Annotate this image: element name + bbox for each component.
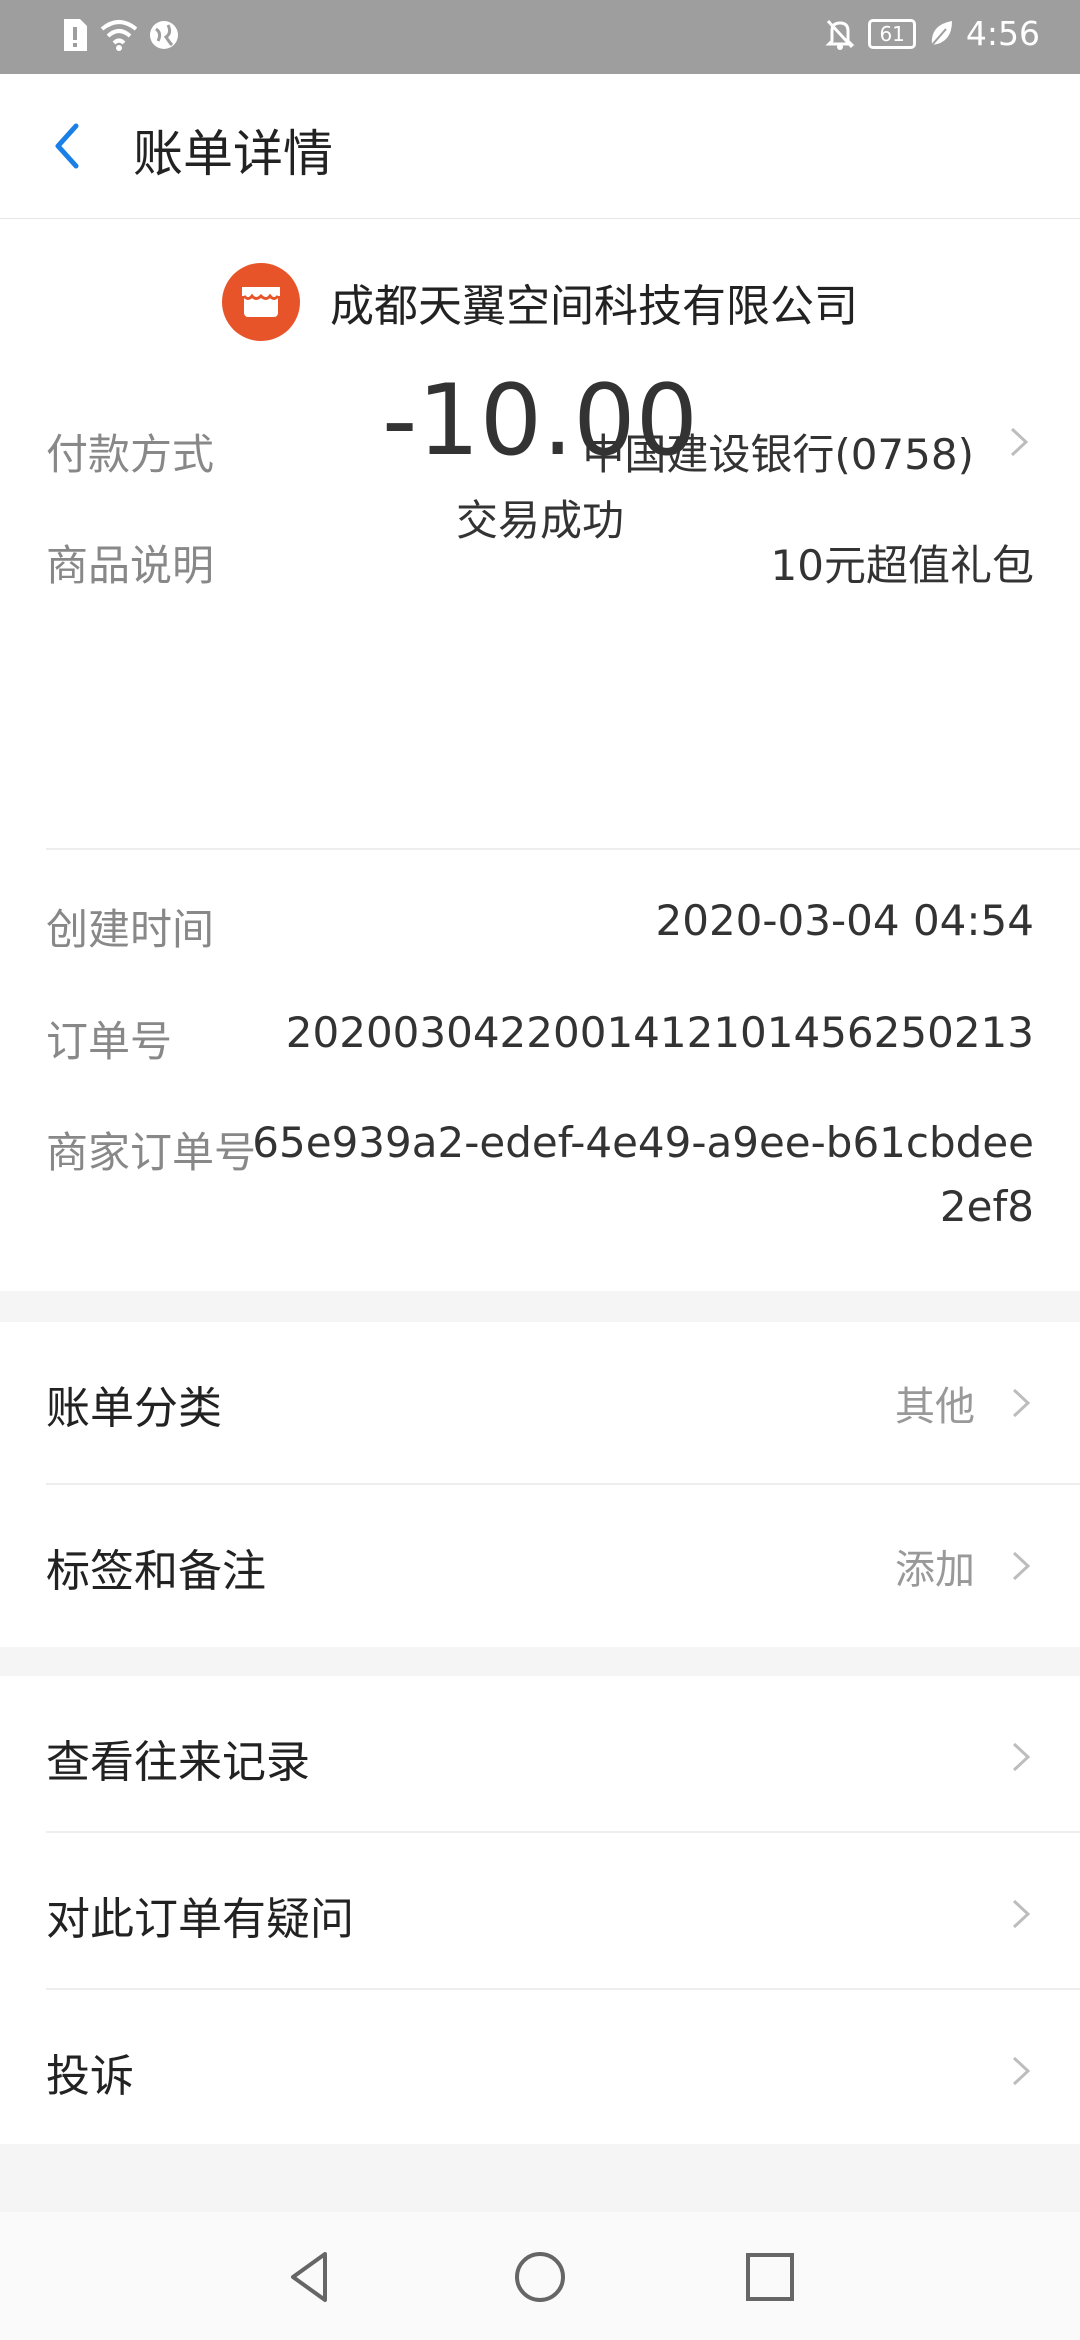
detail-divider — [46, 848, 1080, 850]
page-title: 账单详情 — [133, 125, 333, 183]
chevron-right-icon — [1012, 1899, 1031, 1929]
payment-method-label: 付款方式 — [46, 430, 215, 479]
status-right-icons: 61 4:56 — [824, 14, 1040, 53]
merchant-name: 成都天翼空间科技有限公司 — [330, 281, 858, 332]
category-section: 账单分类 其他 标签和备注 添加 — [0, 1322, 1080, 1647]
tags-notes-item[interactable]: 标签和备注 添加 — [0, 1485, 1080, 1645]
complaint-item[interactable]: 投诉 — [0, 1990, 1080, 2144]
merchant-order-line1: 65e939a2-edef-4e49-a9ee-b61cbdee — [252, 1118, 1034, 1167]
system-nav-bar — [0, 2212, 1080, 2340]
product-label: 商品说明 — [46, 541, 215, 590]
bill-category-item[interactable]: 账单分类 其他 — [0, 1322, 1080, 1482]
status-bar: 61 4:56 — [0, 0, 1080, 74]
created-time-label: 创建时间 — [46, 905, 215, 954]
view-history-item[interactable]: 查看往来记录 — [0, 1676, 1080, 1830]
nav-recents-icon[interactable] — [735, 2242, 805, 2312]
status-time: 4:56 — [965, 14, 1040, 53]
nav-back-icon[interactable] — [275, 2242, 345, 2312]
chevron-right-icon — [1012, 1388, 1031, 1418]
merchant-order-value: 65e939a2-edef-4e49-a9ee-b61cbdee 2ef8 — [252, 1111, 1034, 1239]
complaint-label: 投诉 — [46, 2051, 134, 2102]
notifications-off-icon — [825, 19, 856, 50]
status-left-icons — [60, 17, 180, 53]
chevron-right-icon — [1012, 1551, 1031, 1581]
battery-icon: 61 — [868, 18, 916, 49]
bill-category-value: 其他 — [895, 1384, 975, 1430]
chevron-right-icon — [1012, 2056, 1031, 2086]
wifi-icon — [100, 20, 138, 51]
nav-home-icon[interactable] — [505, 2242, 575, 2312]
merchant-header: 成都天翼空间科技有限公司 — [0, 263, 1080, 341]
product-value: 10元超值礼包 — [770, 541, 1034, 590]
order-number-value: 2020030422001412101456250213 — [285, 1008, 1034, 1057]
order-number-label: 订单号 — [46, 1017, 173, 1066]
chevron-right-icon — [1012, 1742, 1031, 1772]
store-icon — [222, 263, 300, 341]
bill-detail-card: 成都天翼空间科技有限公司 -10.00 交易成功 付款方式 中国建设银行(075… — [0, 219, 1080, 1291]
merchant-order-label: 商家订单号 — [46, 1128, 257, 1177]
leaf-icon — [931, 20, 952, 46]
merchant-order-line2: 2ef8 — [939, 1182, 1034, 1231]
chevron-right-icon — [1010, 427, 1029, 457]
view-history-label: 查看往来记录 — [46, 1737, 310, 1788]
payment-method-value: 中国建设银行(0758) — [582, 430, 974, 479]
globe-icon — [150, 21, 178, 49]
order-question-label: 对此订单有疑问 — [46, 1894, 354, 1945]
created-time-value: 2020-03-04 04:54 — [655, 896, 1034, 945]
tags-notes-value: 添加 — [895, 1547, 975, 1593]
bill-category-label: 账单分类 — [46, 1383, 222, 1434]
tags-notes-label: 标签和备注 — [46, 1546, 266, 1597]
app-header: 账单详情 — [0, 74, 1080, 220]
back-button[interactable] — [40, 116, 100, 176]
sim-alert-icon — [64, 19, 87, 51]
order-question-item[interactable]: 对此订单有疑问 — [0, 1833, 1080, 1987]
actions-section: 查看往来记录 对此订单有疑问 投诉 — [0, 1676, 1080, 2144]
